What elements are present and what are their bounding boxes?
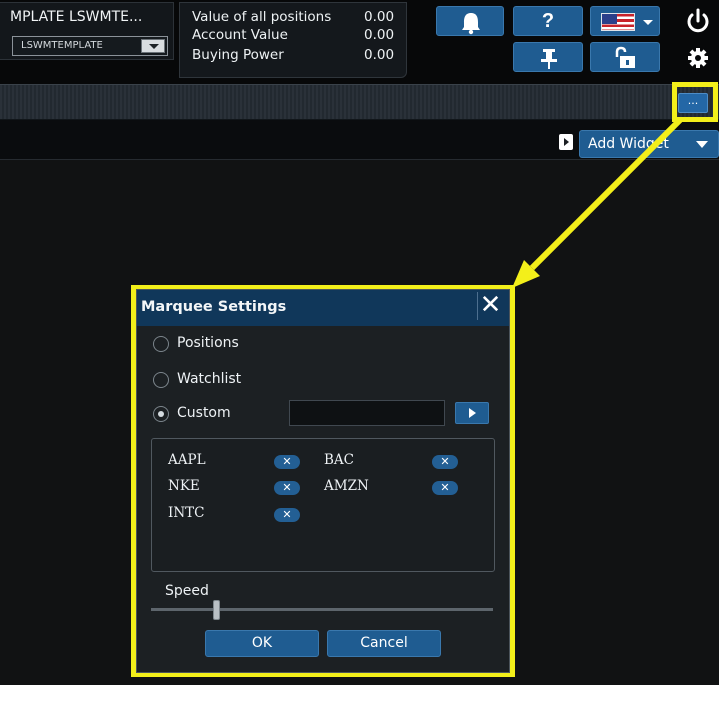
chevron-down-icon xyxy=(643,20,653,25)
settings-button[interactable] xyxy=(683,42,713,72)
help-button[interactable]: ? xyxy=(513,6,583,36)
symbol-bac: BAC xyxy=(324,452,354,468)
ok-button[interactable]: OK xyxy=(205,630,319,657)
chevron-down-icon xyxy=(696,141,708,148)
account-name: MPLATE LSWMTE... xyxy=(10,9,143,25)
unlock-icon xyxy=(615,46,635,68)
highlight-box xyxy=(672,82,718,122)
symbol-nke: NKE xyxy=(168,478,200,494)
value-of-all-positions-label: Value of all positions xyxy=(192,9,332,25)
radio-button[interactable] xyxy=(153,336,169,352)
dialog-titlebar: Marquee Settings ✕ xyxy=(137,290,509,326)
speed-label: Speed xyxy=(165,583,209,599)
symbol-aapl: AAPL xyxy=(168,452,206,468)
radio-label-watchlist: Watchlist xyxy=(177,371,242,387)
page-margin xyxy=(0,685,719,704)
remove-nke-icon[interactable]: ✕ xyxy=(274,481,300,495)
speed-slider-thumb[interactable] xyxy=(212,600,220,620)
marquee-strip: ... xyxy=(0,84,719,120)
question-icon: ? xyxy=(541,10,555,32)
chevron-down-icon[interactable] xyxy=(141,39,165,53)
chevron-right-icon[interactable] xyxy=(559,134,573,150)
value-of-all-positions-value: 0.00 xyxy=(364,9,395,25)
notifications-button[interactable] xyxy=(436,6,504,36)
radio-label-positions: Positions xyxy=(177,335,239,351)
top-header: MPLATE LSWMTE... LSWMTEMPLATE Value of a… xyxy=(0,0,719,84)
gear-icon xyxy=(688,48,708,68)
speed-slider-track[interactable] xyxy=(151,608,493,611)
app-window: MPLATE LSWMTE... LSWMTEMPLATE Value of a… xyxy=(0,0,719,704)
account-select[interactable]: LSWMTEMPLATE xyxy=(12,36,168,56)
close-icon[interactable]: ✕ xyxy=(477,292,503,320)
account-value-label: Account Value xyxy=(192,27,288,43)
add-widget-button[interactable]: Add Widget xyxy=(579,130,719,158)
symbols-list: AAPL ✕ BAC ✕ NKE ✕ AMZN ✕ INTC ✕ xyxy=(151,438,495,572)
pin-button[interactable] xyxy=(513,42,583,72)
remove-bac-icon[interactable]: ✕ xyxy=(432,455,458,469)
account-value-value: 0.00 xyxy=(364,27,395,43)
account-values-panel: Value of all positions 0.00 Account Valu… xyxy=(179,2,407,78)
account-panel: MPLATE LSWMTE... LSWMTEMPLATE xyxy=(0,2,174,60)
add-symbol-button[interactable] xyxy=(455,402,489,424)
account-select-value: LSWMTEMPLATE xyxy=(21,40,103,51)
language-button[interactable] xyxy=(590,6,660,36)
radio-button-checked[interactable] xyxy=(153,406,169,422)
bell-icon xyxy=(462,13,480,35)
cancel-button[interactable]: Cancel xyxy=(327,630,441,657)
radio-button[interactable] xyxy=(153,372,169,388)
power-icon xyxy=(687,8,709,33)
marquee-settings-dialog: Marquee Settings ✕ Positions Watchlist C… xyxy=(136,289,510,673)
buying-power-value: 0.00 xyxy=(364,47,395,63)
custom-symbol-input[interactable] xyxy=(289,400,445,426)
remove-aapl-icon[interactable]: ✕ xyxy=(274,455,300,469)
remove-amzn-icon[interactable]: ✕ xyxy=(432,481,458,495)
add-widget-label: Add Widget xyxy=(588,136,669,152)
symbol-amzn: AMZN xyxy=(324,478,369,494)
pin-icon xyxy=(541,49,557,69)
symbol-intc: INTC xyxy=(168,505,205,521)
buying-power-label: Buying Power xyxy=(192,47,284,63)
us-flag-icon xyxy=(601,13,635,31)
dialog-title: Marquee Settings xyxy=(141,299,287,315)
remove-intc-icon[interactable]: ✕ xyxy=(274,508,300,522)
radio-label-custom: Custom xyxy=(177,405,231,421)
lock-button[interactable] xyxy=(590,42,660,72)
power-button[interactable] xyxy=(683,6,713,36)
